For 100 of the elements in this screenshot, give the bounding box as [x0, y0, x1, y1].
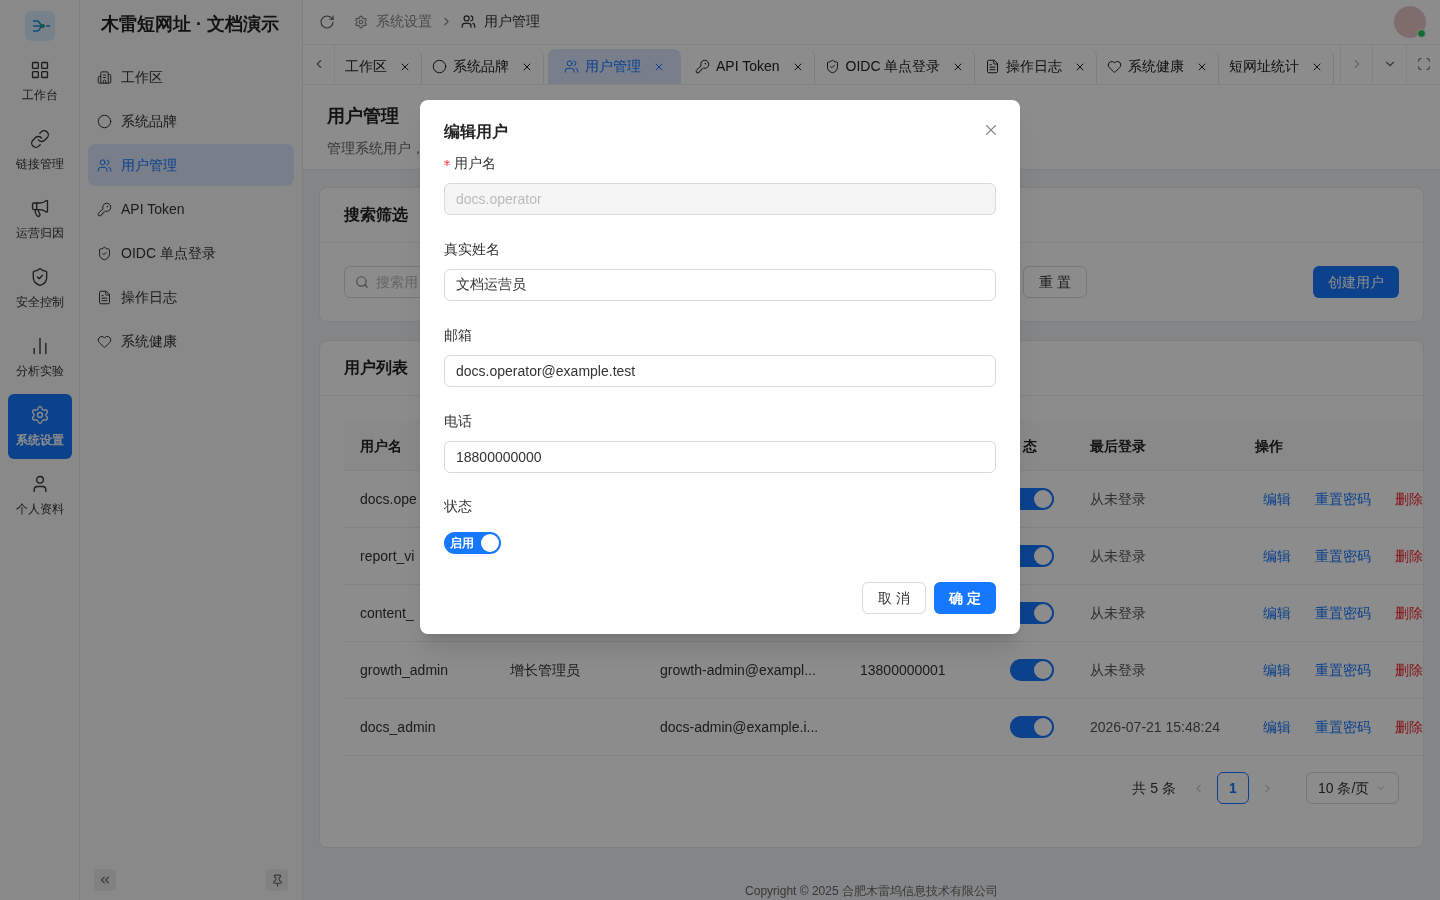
column-header: 最后登录	[1090, 437, 1146, 454]
page-button[interactable]: 1	[1217, 772, 1249, 804]
rail-item[interactable]: 工作台	[7, 49, 72, 114]
tab[interactable]: API Token	[685, 49, 815, 84]
link-icon	[29, 128, 50, 149]
action-link[interactable]: 编辑	[1263, 602, 1291, 624]
tab[interactable]: 系统品牌	[422, 49, 544, 84]
users-icon	[564, 59, 579, 75]
settings-icon	[29, 404, 50, 425]
card-title: 搜索筛选	[344, 205, 408, 225]
app-title: 木雷短网址 · 文档演示	[101, 12, 279, 36]
asterisk-icon	[444, 160, 450, 166]
heart-icon	[97, 333, 112, 349]
tab[interactable]: 短网址统计	[1219, 49, 1335, 84]
sidebar-item[interactable]: 系统品牌	[88, 100, 294, 142]
users-icon	[97, 157, 112, 173]
rail-item[interactable]: 分析实验	[7, 325, 72, 390]
table-cell: docs-admin@example.i...	[660, 718, 819, 735]
sidebar-item[interactable]: OIDC 单点登录	[88, 232, 294, 274]
rail-item[interactable]: 个人资料	[7, 463, 72, 528]
megaphone-icon	[29, 197, 50, 218]
table-cell: 从未登录	[1090, 604, 1146, 621]
delete-link[interactable]: 删除	[1395, 545, 1423, 567]
action-link[interactable]: 重置密码	[1315, 545, 1371, 567]
toggle-switch[interactable]	[1010, 659, 1054, 681]
building-icon	[97, 69, 112, 85]
tab[interactable]: 系统健康	[1097, 49, 1220, 84]
cancel-button[interactable]: 取 消	[862, 582, 927, 614]
tab[interactable]: 操作日志	[975, 49, 1098, 84]
sidebar-item[interactable]: 操作日志	[88, 276, 294, 318]
create-user-button[interactable]: 创建用户	[1313, 266, 1399, 298]
column-header: 态	[1023, 437, 1037, 454]
card-title: 用户列表	[344, 358, 408, 378]
settings-icon	[354, 14, 368, 29]
action-link[interactable]: 编辑	[1263, 488, 1291, 510]
delete-link[interactable]: 删除	[1395, 602, 1423, 624]
table-cell: growth-admin@exampl...	[660, 661, 816, 678]
key-icon	[695, 59, 710, 75]
table-cell: 增长管理员	[510, 661, 580, 678]
delete-link[interactable]: 删除	[1395, 716, 1423, 738]
refresh-icon[interactable]	[319, 13, 335, 30]
field-label: 电话	[444, 411, 472, 431]
field-label: 邮箱	[444, 325, 472, 345]
table-cell: 2026-07-21 15:48:24	[1090, 718, 1220, 735]
shield-icon	[824, 59, 840, 75]
rail-item[interactable]: 安全控制	[7, 256, 72, 321]
field-label: 状态	[444, 498, 472, 514]
pin-button[interactable]	[266, 869, 288, 891]
tab[interactable]: 工作区	[335, 49, 422, 84]
table-cell: growth_admin	[360, 661, 448, 678]
users-icon	[461, 14, 476, 30]
action-link[interactable]: 编辑	[1263, 659, 1291, 681]
table-cell: report_vi	[360, 547, 415, 564]
input-field[interactable]: docs.operator@example.test	[444, 355, 996, 387]
circle-icon	[432, 59, 447, 75]
field-label: 用户名	[444, 152, 496, 174]
column-header: 操作	[1255, 437, 1283, 454]
action-link[interactable]: 重置密码	[1315, 659, 1371, 681]
heart-icon	[1107, 59, 1123, 75]
delete-link[interactable]: 删除	[1395, 488, 1423, 510]
toggle-switch[interactable]	[1010, 716, 1054, 738]
sidebar-item[interactable]: API Token	[88, 188, 294, 230]
table-cell: docs_admin	[360, 718, 436, 735]
column-header: 用户名	[360, 437, 402, 454]
input-field[interactable]: 18800000000	[444, 441, 996, 473]
sidebar-item[interactable]: 系统健康	[88, 320, 294, 362]
rail-item[interactable]: 链接管理	[7, 118, 72, 183]
document-icon	[97, 289, 112, 305]
action-link[interactable]: 重置密码	[1315, 488, 1371, 510]
breadcrumb-item[interactable]: 系统设置	[376, 11, 432, 33]
rail-item[interactable]: 运营归因	[7, 187, 72, 252]
page-title: 用户管理	[327, 104, 400, 128]
field-label: 真实姓名	[444, 239, 500, 259]
toggle-switch[interactable]: 启用	[444, 532, 501, 554]
table-cell: 13800000001	[860, 661, 946, 678]
reset-button[interactable]: 重 置	[1023, 266, 1087, 298]
copyright: Copyright © 2025 合肥木雷坞信息技术有限公司	[745, 883, 998, 900]
action-link[interactable]: 编辑	[1263, 545, 1291, 567]
page-subtitle: 管理系统用户，	[327, 138, 426, 158]
page-size-select[interactable]: 10 条/页	[1306, 772, 1399, 804]
action-link[interactable]: 重置密码	[1315, 716, 1371, 738]
double-chevron-icon	[98, 873, 112, 887]
search-icon	[355, 275, 369, 289]
fullscreen-icon	[1416, 57, 1431, 72]
sidebar-item[interactable]: 工作区	[88, 56, 294, 98]
action-link[interactable]: 重置密码	[1315, 602, 1371, 624]
total-count: 共 5 条	[1132, 778, 1176, 798]
table-cell: content_	[360, 604, 414, 621]
grid-icon	[29, 59, 50, 80]
avatar[interactable]	[1394, 5, 1426, 38]
table-cell: 从未登录	[1090, 661, 1146, 678]
rail-item[interactable]: 系统设置	[7, 394, 72, 459]
breadcrumb-item: 用户管理	[484, 12, 540, 32]
shield-icon	[97, 245, 112, 261]
tab[interactable]: OIDC 单点登录	[814, 49, 976, 84]
collapse-button[interactable]	[94, 869, 116, 891]
confirm-button[interactable]: 确 定	[934, 582, 996, 614]
action-link[interactable]: 编辑	[1263, 716, 1291, 738]
delete-link[interactable]: 删除	[1395, 659, 1423, 681]
input-field[interactable]: 文档运营员	[444, 269, 996, 301]
